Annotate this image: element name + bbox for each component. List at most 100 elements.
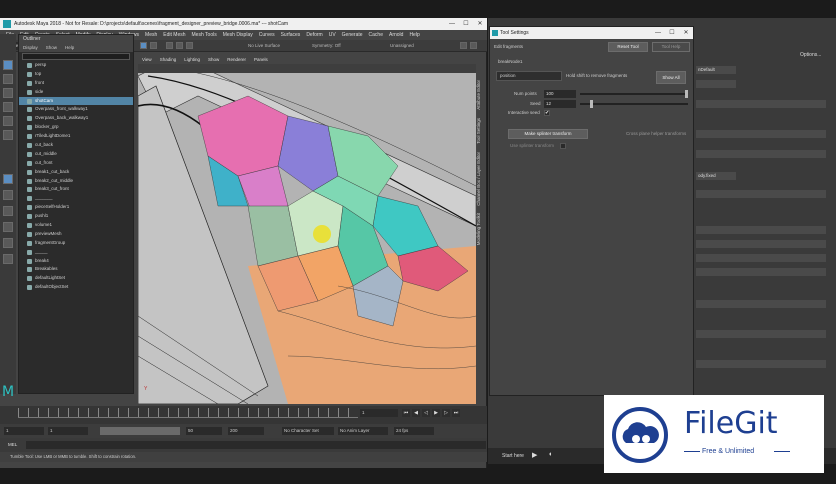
- ae-row-5[interactable]: [696, 226, 826, 234]
- range-start-field[interactable]: 1: [48, 427, 88, 435]
- viewport-menu-panels[interactable]: Panels: [254, 56, 268, 64]
- render-icon[interactable]: [460, 42, 467, 49]
- show-all-button[interactable]: Show All: [656, 71, 686, 84]
- outliner-item[interactable]: fragmentGroup: [19, 239, 133, 248]
- maximize-icon[interactable]: ☐: [459, 18, 473, 30]
- paint-select-icon[interactable]: [3, 88, 13, 98]
- outliner-item[interactable]: pushl1: [19, 212, 133, 221]
- go-start-icon[interactable]: ⏮: [402, 409, 410, 417]
- menu-mesh-tools[interactable]: Mesh Tools: [192, 30, 217, 40]
- outliner-item[interactable]: cut_middle: [19, 150, 133, 159]
- viewport-menu-show[interactable]: Show: [208, 56, 219, 64]
- seed-knob[interactable]: [590, 100, 593, 108]
- outliner-item[interactable]: defaultLightSet: [19, 274, 133, 283]
- outliner-item[interactable]: _____: [19, 248, 133, 257]
- outliner-item[interactable]: break2_cut_middle: [19, 177, 133, 186]
- character-set-field[interactable]: No Character Set: [282, 427, 334, 435]
- menu-generate[interactable]: Generate: [342, 30, 363, 40]
- seed-field[interactable]: 12: [544, 100, 576, 108]
- anim-layer-field[interactable]: No Anim Layer: [338, 427, 388, 435]
- menu-mesh[interactable]: Mesh: [145, 30, 157, 40]
- outliner-menu-display[interactable]: Display: [23, 44, 38, 52]
- outliner-menu-show[interactable]: Show: [46, 44, 57, 52]
- snap-grid-icon[interactable]: [166, 42, 173, 49]
- single-view-icon[interactable]: [3, 174, 13, 184]
- outliner-item[interactable]: volume1: [19, 221, 133, 230]
- menu-deform[interactable]: Deform: [306, 30, 322, 40]
- outliner-search-input[interactable]: [22, 53, 130, 60]
- persp-graph-icon[interactable]: [3, 254, 13, 264]
- command-language-label[interactable]: MEL: [8, 441, 17, 449]
- viewport-menu-shading[interactable]: Shading: [160, 56, 177, 64]
- outliner-item[interactable]: rTiledLightDome1: [19, 132, 133, 141]
- start-frame-field[interactable]: 1: [4, 427, 44, 435]
- snap-point-icon[interactable]: [186, 42, 193, 49]
- ae-row-9[interactable]: [696, 300, 826, 308]
- fps-field[interactable]: 24 fps: [394, 427, 434, 435]
- outliner-item[interactable]: Breakables: [19, 265, 133, 274]
- menu-uv[interactable]: UV: [329, 30, 336, 40]
- side-tab-tool-settings[interactable]: Tool Settings: [476, 118, 481, 144]
- seed-slider[interactable]: [580, 100, 688, 108]
- end-frame-field[interactable]: 200: [228, 427, 264, 435]
- num-points-slider[interactable]: [580, 90, 688, 98]
- options-label[interactable]: Options...: [800, 52, 821, 58]
- current-frame-field[interactable]: 1: [360, 409, 398, 417]
- camera-set-label[interactable]: Unassigned: [390, 42, 414, 50]
- step-forward-icon[interactable]: ▷: [442, 409, 450, 417]
- viewport-menu-view[interactable]: View: [142, 56, 152, 64]
- outliner-item[interactable]: pieceSelfHolder1: [19, 203, 133, 212]
- close-icon[interactable]: ✕: [473, 18, 487, 30]
- play-back-icon[interactable]: ◁: [422, 409, 430, 417]
- use-splinter-checkbox[interactable]: [560, 143, 566, 149]
- snap-curve-icon[interactable]: [176, 42, 183, 49]
- select-tool-icon[interactable]: [3, 60, 13, 70]
- lasso-tool-icon[interactable]: [3, 74, 13, 84]
- num-points-knob[interactable]: [685, 90, 688, 98]
- menu-mesh-display[interactable]: Mesh Display: [223, 30, 253, 40]
- ae-row-6[interactable]: [696, 240, 826, 248]
- outliner-item[interactable]: cut_back: [19, 141, 133, 150]
- outliner-item[interactable]: side: [19, 88, 133, 97]
- volume-icon[interactable]: ◖: [548, 451, 552, 458]
- make-splinter-button[interactable]: Make splinter transform: [508, 129, 588, 139]
- outliner-item[interactable]: break4: [19, 257, 133, 266]
- time-slider[interactable]: 1 ⏮ ◀ ◁ ▶ ▷ ⏭: [0, 406, 487, 424]
- side-tab-modeling-toolkit[interactable]: Modeling Toolkit: [476, 213, 481, 245]
- outliner-item[interactable]: _______: [19, 194, 133, 203]
- outliner-item[interactable]: persp: [19, 61, 133, 70]
- scale-tool-icon[interactable]: [3, 130, 13, 140]
- outliner-menu-help[interactable]: Help: [65, 44, 74, 52]
- minimize-icon[interactable]: —: [445, 18, 459, 30]
- ae-field-3[interactable]: ody.fixed: [696, 172, 736, 180]
- range-bar[interactable]: [100, 427, 180, 435]
- outliner-item[interactable]: Overpass_front_walkway1: [19, 105, 133, 114]
- ae-row-8[interactable]: [696, 268, 826, 276]
- outliner-item[interactable]: top: [19, 70, 133, 79]
- ipr-render-icon[interactable]: [470, 42, 477, 49]
- outliner-item[interactable]: break1_cut_back: [19, 168, 133, 177]
- select-by-hierarchy-icon[interactable]: [140, 42, 147, 49]
- outliner-item[interactable]: front: [19, 79, 133, 88]
- select-by-object-icon[interactable]: [150, 42, 157, 49]
- ae-row-11[interactable]: [696, 360, 826, 368]
- menu-arnold[interactable]: Arnold: [389, 30, 403, 40]
- outliner-layout-icon[interactable]: [3, 222, 13, 232]
- move-tool-icon[interactable]: [3, 102, 13, 112]
- time-ticks[interactable]: [18, 408, 358, 418]
- outliner-item[interactable]: cut_front: [19, 159, 133, 168]
- interactive-seed-checkbox[interactable]: ✔: [544, 110, 550, 116]
- play-forward-icon[interactable]: ▶: [432, 409, 440, 417]
- four-view-icon[interactable]: [3, 190, 13, 200]
- outliner-item[interactable]: blocker_grp: [19, 123, 133, 132]
- play-icon[interactable]: ▶: [532, 451, 537, 459]
- ae-row-3[interactable]: [696, 150, 826, 158]
- ae-row-7[interactable]: [696, 254, 826, 262]
- menu-help[interactable]: Help: [409, 30, 419, 40]
- ae-field-2[interactable]: [696, 80, 736, 88]
- minimize-icon[interactable]: —: [651, 27, 665, 39]
- menu-edit-mesh[interactable]: Edit Mesh: [163, 30, 185, 40]
- symmetry-label[interactable]: Symmetry: Off: [312, 42, 341, 50]
- live-surface-label[interactable]: No Live Surface: [248, 42, 280, 50]
- rotate-tool-icon[interactable]: [3, 116, 13, 126]
